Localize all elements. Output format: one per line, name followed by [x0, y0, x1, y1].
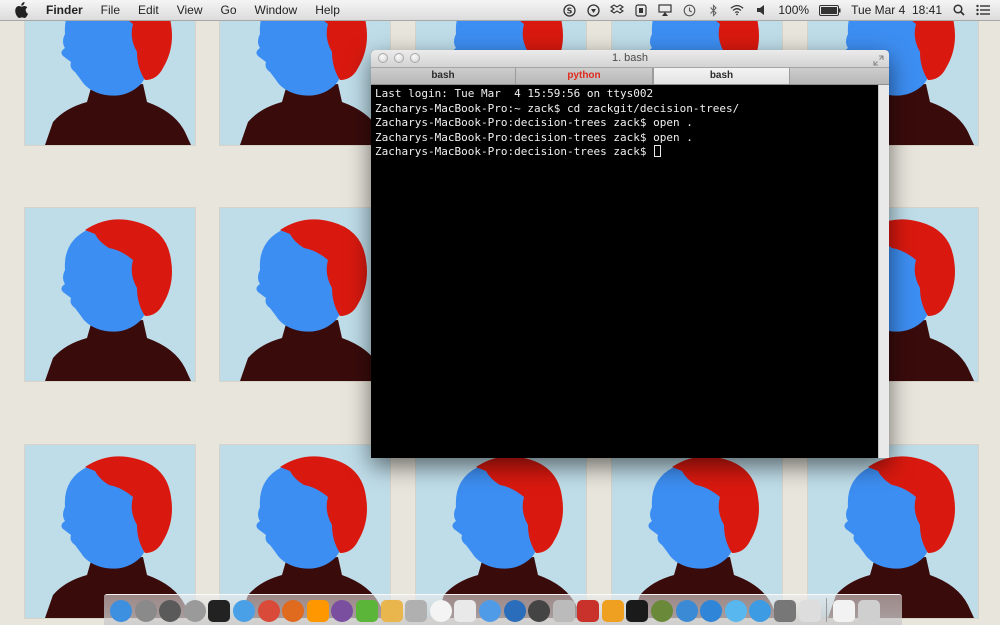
text-cursor	[654, 145, 662, 157]
wallpaper-portrait-tile	[808, 445, 978, 618]
terminal-line: Zacharys-MacBook-Pro:decision-trees zack…	[375, 116, 693, 129]
safari-icon[interactable]	[232, 600, 255, 622]
itunes-icon[interactable]	[675, 600, 698, 622]
firefox-icon[interactable]	[282, 600, 305, 622]
chrome-icon[interactable]	[257, 600, 280, 622]
notes-icon[interactable]	[601, 600, 624, 622]
system-preferences-icon[interactable]	[774, 600, 797, 622]
flashcards-icon[interactable]	[577, 600, 600, 622]
terminal-icon[interactable]	[208, 600, 231, 622]
terminal-line: Zacharys-MacBook-Pro:decision-trees zack…	[375, 130, 693, 144]
bluetooth-icon[interactable]	[706, 3, 720, 17]
dock-icons	[110, 598, 882, 622]
menu-bar: Finder File Edit View Go Window Help S 1…	[0, 0, 1000, 21]
growl-icon[interactable]	[634, 3, 648, 17]
activity-monitor-icon[interactable]	[159, 600, 182, 622]
apple-menu-icon[interactable]	[12, 0, 30, 20]
time-machine-icon[interactable]	[682, 3, 696, 17]
terminal-prompt-line[interactable]: Zacharys-MacBook-Pro:decision-trees zack…	[375, 145, 874, 160]
wallpaper-portrait-tile	[220, 208, 390, 381]
tab-bar: bash python bash	[371, 68, 889, 85]
dropbox-icon[interactable]	[610, 3, 625, 17]
trash-icon[interactable]	[857, 600, 880, 622]
battery-icon[interactable]	[819, 3, 841, 17]
emacs-icon[interactable]	[331, 600, 354, 622]
menu-go[interactable]: Go	[212, 0, 246, 20]
fullscreen-icon[interactable]	[873, 53, 884, 66]
evernote-icon[interactable]	[355, 600, 378, 622]
skype-icon[interactable]: S	[562, 3, 576, 17]
window-titlebar[interactable]: 1. bash	[371, 50, 889, 68]
wifi-icon[interactable]	[730, 3, 744, 17]
app-store-icon[interactable]	[700, 600, 723, 622]
menu-edit[interactable]: Edit	[129, 0, 168, 20]
pandora-icon[interactable]	[626, 600, 649, 622]
game-center-icon[interactable]	[651, 600, 674, 622]
wallpaper-portrait-tile	[612, 445, 782, 618]
clock[interactable]: Tue Mar 4 18:41	[851, 3, 942, 17]
svg-text:S: S	[566, 6, 572, 15]
ichat-icon[interactable]	[749, 600, 772, 622]
tab-bash-active[interactable]: bash	[653, 68, 790, 84]
calculator-icon[interactable]	[183, 600, 206, 622]
wallpaper-portrait-tile	[220, 445, 390, 618]
calendar-icon[interactable]	[429, 600, 452, 622]
app-menu-finder[interactable]: Finder	[44, 0, 92, 20]
dock-separator	[826, 598, 828, 622]
sublime-text-icon[interactable]	[306, 600, 329, 622]
wallpaper-portrait-tile	[220, 0, 390, 145]
launchpad-icon[interactable]	[134, 600, 157, 622]
terminal-window[interactable]: 1. bash bash python bash Last login: Tue…	[371, 50, 889, 458]
scrollbar[interactable]	[878, 85, 889, 458]
spotlight-icon[interactable]	[952, 3, 966, 17]
menu-view[interactable]: View	[168, 0, 212, 20]
terminal-output[interactable]: Last login: Tue Mar 4 15:59:56 on ttys00…	[371, 85, 878, 458]
terminal-line: Zacharys-MacBook-Pro:~ zack$ cd zackgit/…	[375, 101, 740, 115]
tab-bash-1[interactable]: bash	[371, 68, 516, 84]
reminders-icon[interactable]	[454, 600, 477, 622]
volume-icon[interactable]	[754, 3, 768, 17]
wallpaper-portrait-tile	[416, 445, 586, 618]
wallpaper-portrait-tile	[25, 445, 195, 618]
r-icon[interactable]	[503, 600, 526, 622]
messages-icon[interactable]	[478, 600, 501, 622]
wallpaper-portrait-tile	[25, 0, 195, 145]
tab-python[interactable]: python	[516, 68, 653, 84]
sketch-icon[interactable]	[380, 600, 403, 622]
terminal-prompt: Zacharys-MacBook-Pro:decision-trees zack…	[375, 145, 654, 158]
menu-help[interactable]: Help	[306, 0, 349, 20]
airplay-icon[interactable]	[658, 3, 672, 17]
documents-stack-icon[interactable]	[833, 600, 856, 622]
twitter-icon[interactable]	[724, 600, 747, 622]
finder-icon[interactable]	[110, 600, 132, 622]
notification-center-icon[interactable]	[976, 3, 990, 17]
dock	[104, 594, 902, 625]
slack-icon[interactable]	[798, 600, 821, 622]
menu-file[interactable]: File	[92, 0, 129, 20]
battery-percentage[interactable]: 100%	[778, 3, 809, 17]
photo-icon[interactable]	[552, 600, 575, 622]
menu-window[interactable]: Window	[246, 0, 307, 20]
window-title: 1. bash	[611, 52, 649, 64]
photo-booth-icon[interactable]	[528, 600, 551, 622]
preview-icon[interactable]	[405, 600, 428, 622]
terminal-line: Last login: Tue Mar 4 15:59:56 on ttys00…	[375, 87, 654, 100]
wallpaper-portrait-tile	[25, 208, 195, 381]
evernote-icon[interactable]	[586, 3, 600, 17]
